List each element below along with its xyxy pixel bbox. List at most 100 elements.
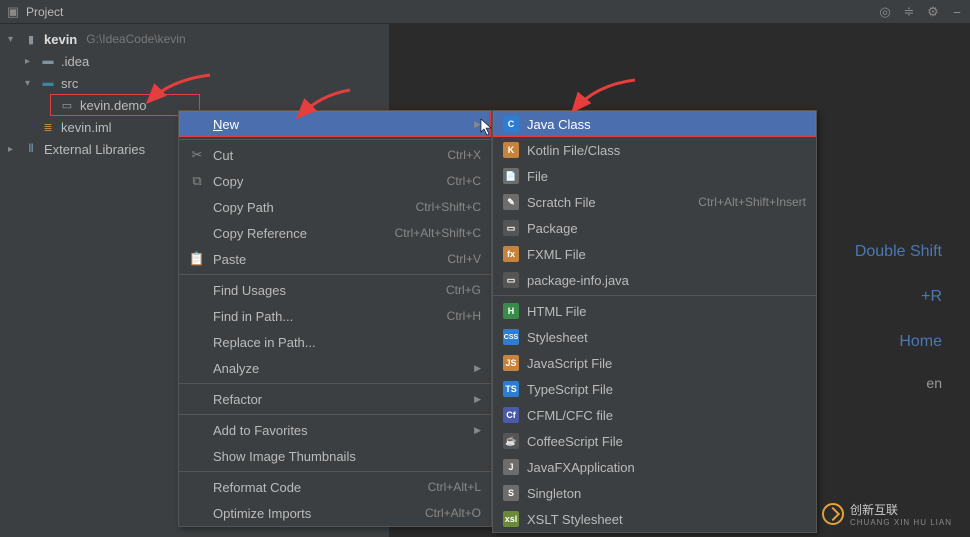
menu-show-thumbnails[interactable]: Show Image Thumbnails bbox=[179, 443, 491, 469]
submenu-cfml[interactable]: Cf CFML/CFC file bbox=[493, 402, 816, 428]
find-path-shortcut: Ctrl+H bbox=[447, 309, 481, 323]
submenu-javafx[interactable]: J JavaFXApplication bbox=[493, 454, 816, 480]
scratch-shortcut: Ctrl+Alt+Shift+Insert bbox=[698, 195, 806, 209]
menu-optimize-imports[interactable]: Optimize Imports Ctrl+Alt+O bbox=[179, 500, 491, 526]
target-icon[interactable]: ◎ bbox=[878, 5, 892, 19]
coffee-label: CoffeeScript File bbox=[527, 434, 623, 449]
chevron-right-icon[interactable]: ▸ bbox=[8, 144, 18, 155]
hint-home: Home bbox=[855, 320, 942, 365]
new-submenu: C Java Class K Kotlin File/Class 📄 File … bbox=[492, 110, 817, 533]
menu-add-favorites[interactable]: Add to Favorites ▶ bbox=[179, 417, 491, 443]
submenu-arrow-icon: ▶ bbox=[474, 394, 481, 405]
kotlin-icon: K bbox=[503, 142, 519, 158]
submenu-kotlin[interactable]: K Kotlin File/Class bbox=[493, 137, 816, 163]
menu-find-usages[interactable]: Find Usages Ctrl+G bbox=[179, 277, 491, 303]
copy-path-shortcut: Ctrl+Shift+C bbox=[416, 200, 481, 214]
submenu-java-class[interactable]: C Java Class bbox=[493, 111, 816, 137]
scratch-icon: ✎ bbox=[503, 194, 519, 210]
submenu-package[interactable]: ▭ Package bbox=[493, 215, 816, 241]
watermark-logo: 创新互联 CHUANG XIN HU LIAN bbox=[822, 501, 952, 527]
menu-copy[interactable]: ⧉ Copy Ctrl+C bbox=[179, 168, 491, 194]
menu-analyze[interactable]: Analyze ▶ bbox=[179, 355, 491, 381]
chevron-down-icon[interactable]: ▾ bbox=[8, 34, 18, 45]
context-menu: New ▶ ✂ Cut Ctrl+X ⧉ Copy Ctrl+C Copy Pa… bbox=[178, 110, 492, 527]
hint-run: +R bbox=[855, 275, 942, 320]
logo-cn: 创新互联 bbox=[850, 501, 952, 518]
pkginfo-label: package-info.java bbox=[527, 273, 629, 288]
ts-label: TypeScript File bbox=[527, 382, 613, 397]
tree-src-folder[interactable]: ▾ ▬ src bbox=[0, 72, 389, 94]
css-icon: CSS bbox=[503, 329, 519, 345]
package-label: kevin.demo bbox=[80, 98, 146, 113]
logo-en: CHUANG XIN HU LIAN bbox=[850, 518, 952, 527]
menu-replace-in-path[interactable]: Replace in Path... bbox=[179, 329, 491, 355]
package-label: Package bbox=[527, 221, 578, 236]
menu-reformat-code[interactable]: Reformat Code Ctrl+Alt+L bbox=[179, 474, 491, 500]
html-label: HTML File bbox=[527, 304, 586, 319]
menu-copy-path[interactable]: Copy Path Ctrl+Shift+C bbox=[179, 194, 491, 220]
java-class-icon: C bbox=[503, 116, 519, 132]
submenu-file[interactable]: 📄 File bbox=[493, 163, 816, 189]
logo-mark-icon bbox=[822, 503, 844, 525]
hint-search: Double Shift bbox=[855, 230, 942, 275]
submenu-arrow-icon: ▶ bbox=[474, 119, 481, 130]
editor-hints: Double Shift +R Home en bbox=[855, 230, 970, 404]
chevron-right-icon[interactable]: ▸ bbox=[25, 56, 35, 67]
javafx-label: JavaFXApplication bbox=[527, 460, 635, 475]
submenu-arrow-icon: ▶ bbox=[474, 425, 481, 436]
reformat-shortcut: Ctrl+Alt+L bbox=[428, 480, 481, 494]
ext-libs-label: External Libraries bbox=[44, 142, 145, 157]
menu-find-in-path[interactable]: Find in Path... Ctrl+H bbox=[179, 303, 491, 329]
menu-separator bbox=[179, 274, 491, 275]
submenu-fxml[interactable]: fx FXML File bbox=[493, 241, 816, 267]
scissors-icon: ✂ bbox=[189, 147, 205, 163]
collapse-icon[interactable]: ≑ bbox=[902, 5, 916, 19]
optimize-shortcut: Ctrl+Alt+O bbox=[425, 506, 481, 520]
js-label: JavaScript File bbox=[527, 356, 612, 371]
submenu-stylesheet[interactable]: CSS Stylesheet bbox=[493, 324, 816, 350]
copy-path-label: Copy Path bbox=[213, 200, 408, 215]
menu-new[interactable]: New ▶ bbox=[179, 111, 491, 137]
find-usages-shortcut: Ctrl+G bbox=[446, 283, 481, 297]
submenu-arrow-icon: ▶ bbox=[474, 363, 481, 374]
menu-copy-reference[interactable]: Copy Reference Ctrl+Alt+Shift+C bbox=[179, 220, 491, 246]
submenu-coffeescript[interactable]: ☕ CoffeeScript File bbox=[493, 428, 816, 454]
tree-idea-folder[interactable]: ▸ ▬ .idea bbox=[0, 50, 389, 72]
copy-label: Copy bbox=[213, 174, 439, 189]
scratch-label: Scratch File bbox=[527, 195, 596, 210]
tree-root[interactable]: ▾ ▮ kevin G:\IdeaCode\kevin bbox=[0, 28, 389, 50]
menu-paste[interactable]: 📋 Paste Ctrl+V bbox=[179, 246, 491, 272]
submenu-html[interactable]: H HTML File bbox=[493, 298, 816, 324]
typescript-icon: TS bbox=[503, 381, 519, 397]
fxml-icon: fx bbox=[503, 246, 519, 262]
submenu-javascript[interactable]: JS JavaScript File bbox=[493, 350, 816, 376]
cfml-label: CFML/CFC file bbox=[527, 408, 613, 423]
hide-icon[interactable]: ⎯ bbox=[950, 5, 964, 19]
javafx-icon: J bbox=[503, 459, 519, 475]
submenu-typescript[interactable]: TS TypeScript File bbox=[493, 376, 816, 402]
chevron-down-icon[interactable]: ▾ bbox=[25, 78, 35, 89]
file-icon: 📄 bbox=[503, 168, 519, 184]
cut-shortcut: Ctrl+X bbox=[447, 148, 481, 162]
submenu-xslt[interactable]: xsl XSLT Stylesheet bbox=[493, 506, 816, 532]
library-icon: ⦀ bbox=[23, 141, 39, 157]
submenu-package-info[interactable]: ▭ package-info.java bbox=[493, 267, 816, 293]
menu-refactor[interactable]: Refactor ▶ bbox=[179, 386, 491, 412]
submenu-singleton[interactable]: S Singleton bbox=[493, 480, 816, 506]
paste-label: Paste bbox=[213, 252, 439, 267]
favorites-label: Add to Favorites bbox=[213, 423, 466, 438]
find-usages-label: Find Usages bbox=[213, 283, 438, 298]
analyze-label: Analyze bbox=[213, 361, 466, 376]
gear-icon[interactable]: ⚙ bbox=[926, 5, 940, 19]
project-icon: ▣ bbox=[6, 5, 20, 19]
submenu-scratch[interactable]: ✎ Scratch File Ctrl+Alt+Shift+Insert bbox=[493, 189, 816, 215]
cut-label: Cut bbox=[213, 148, 439, 163]
css-label: Stylesheet bbox=[527, 330, 588, 345]
menu-cut[interactable]: ✂ Cut Ctrl+X bbox=[179, 142, 491, 168]
javascript-icon: JS bbox=[503, 355, 519, 371]
html-icon: H bbox=[503, 303, 519, 319]
reformat-label: Reformat Code bbox=[213, 480, 420, 495]
fxml-label: FXML File bbox=[527, 247, 586, 262]
xslt-icon: xsl bbox=[503, 511, 519, 527]
blank-icon bbox=[189, 116, 205, 132]
